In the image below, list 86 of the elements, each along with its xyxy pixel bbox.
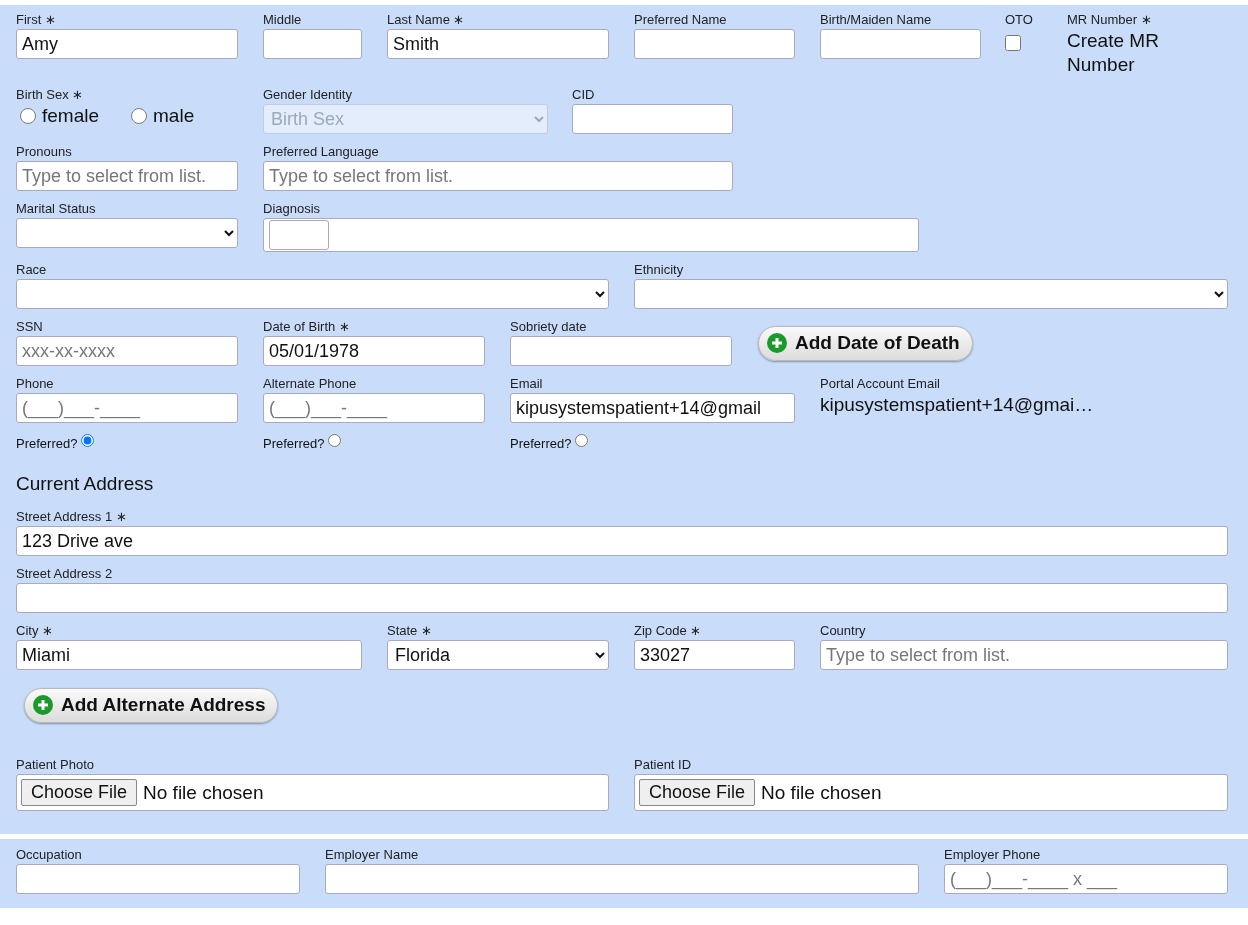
checkbox[interactable]: [1005, 35, 1021, 51]
radio-label: male: [153, 105, 195, 127]
text-input-field[interactable]: Type to select from list.: [263, 161, 733, 191]
text-input-field[interactable]: xxx-xx-xxxx: [16, 336, 238, 366]
file-input-field[interactable]: Choose File No file chosen: [634, 774, 1228, 811]
text-input-field[interactable]: [572, 104, 733, 134]
text-input-field[interactable]: [16, 583, 1228, 613]
text-input-field[interactable]: 33027: [634, 640, 795, 670]
radio-button[interactable]: [20, 108, 36, 124]
plus-icon: [33, 695, 53, 715]
text-input-field[interactable]: (___)___-____ x ___: [944, 864, 1228, 894]
preferred-label: Preferred?: [510, 436, 572, 451]
field-label: Street Address 1 ∗: [16, 509, 128, 525]
radio-button[interactable]: [131, 108, 148, 124]
text-input-field[interactable]: [510, 336, 732, 366]
file-input-field[interactable]: Choose File No file chosen: [16, 774, 609, 811]
choose-file-button[interactable]: Choose File: [639, 779, 756, 806]
text-input-field[interactable]: (___)___-____: [16, 393, 238, 423]
dropdown[interactable]: [16, 279, 609, 309]
text-input-field[interactable]: [16, 864, 300, 894]
radio-label: female: [42, 105, 100, 127]
field-label: State ∗: [387, 623, 433, 639]
field-label: Gender Identity: [263, 87, 353, 103]
add-date-of-death-button[interactable]: Add Date of Death: [758, 326, 973, 361]
field-label: Portal Account Email: [820, 376, 941, 392]
section-heading: Current Address: [16, 473, 155, 495]
field-label: First ∗: [16, 12, 57, 28]
field-label: Diagnosis: [263, 201, 322, 217]
field-label: Middle: [263, 12, 303, 28]
field-label: OTO: [1005, 12, 1034, 28]
file-status: No file chosen: [143, 781, 264, 804]
field-label: Sobriety date: [510, 319, 588, 335]
field-label: Patient ID: [634, 757, 693, 773]
text-input-field[interactable]: Miami: [16, 640, 362, 670]
field-label: SSN: [16, 319, 44, 335]
field-label: Country: [820, 623, 867, 639]
diagnosis-field[interactable]: [263, 218, 919, 252]
text-input-field[interactable]: kipusystemspatient+14@gmail: [510, 393, 795, 423]
field-label: Race: [16, 262, 48, 278]
field-label: Occupation: [16, 847, 83, 863]
text-input-field[interactable]: (___)___-____: [263, 393, 485, 423]
choose-file-button[interactable]: Choose File: [21, 779, 138, 806]
field-label: MR Number ∗: [1067, 12, 1153, 28]
field-label: Patient Photo: [16, 757, 96, 773]
text-input-field[interactable]: [820, 29, 981, 59]
field-label: Marital Status: [16, 201, 97, 217]
field-label: Alternate Phone: [263, 376, 358, 392]
plus-icon: [767, 333, 787, 353]
value-text: Create MR Number: [1067, 29, 1160, 77]
text-input-field[interactable]: Amy: [16, 29, 238, 59]
text-input-field[interactable]: [325, 864, 919, 894]
field-label: Zip Code ∗: [634, 623, 703, 639]
field-label: CID: [572, 87, 596, 103]
text-input-field[interactable]: Type to select from list.: [16, 161, 238, 191]
field-label: Birth/Maiden Name: [820, 12, 933, 28]
field-label: City ∗: [16, 623, 54, 639]
tag-input-field[interactable]: [269, 220, 329, 250]
file-status: No file chosen: [761, 781, 882, 804]
field-label: Email: [510, 376, 544, 392]
field-label: Street Address 2: [16, 566, 114, 582]
value-text: kipusystemspatient+14@gmai…: [820, 393, 1095, 417]
text-input-field[interactable]: Type to select from list.: [820, 640, 1228, 670]
preferred-radio[interactable]: [328, 434, 342, 447]
text-input-field[interactable]: 05/01/1978: [263, 336, 485, 366]
add-alternate-address-button[interactable]: Add Alternate Address: [24, 688, 279, 723]
preferred-label: Preferred?: [16, 436, 78, 451]
field-label: Phone: [16, 376, 55, 392]
text-input-field[interactable]: [263, 29, 362, 59]
text-input-field[interactable]: [634, 29, 795, 59]
field-label: Birth Sex ∗: [16, 87, 85, 103]
text-input-field[interactable]: Smith: [387, 29, 609, 59]
preferred-radio[interactable]: [81, 434, 95, 447]
dropdown[interactable]: [634, 279, 1228, 309]
field-label: Pronouns: [16, 144, 73, 160]
field-label: Employer Name: [325, 847, 420, 863]
preferred-radio[interactable]: [575, 434, 589, 447]
dropdown[interactable]: Florida: [387, 640, 609, 670]
field-label: Employer Phone: [944, 847, 1042, 863]
field-label: Preferred Name: [634, 12, 728, 28]
dropdown[interactable]: [16, 218, 238, 248]
field-label: Preferred Language: [263, 144, 380, 160]
field-label: Date of Birth ∗: [263, 319, 351, 335]
preferred-label: Preferred?: [263, 436, 325, 451]
field-label: Last Name ∗: [387, 12, 466, 28]
text-input-field[interactable]: 123 Drive ave: [16, 526, 1228, 556]
field-label: Ethnicity: [634, 262, 685, 278]
